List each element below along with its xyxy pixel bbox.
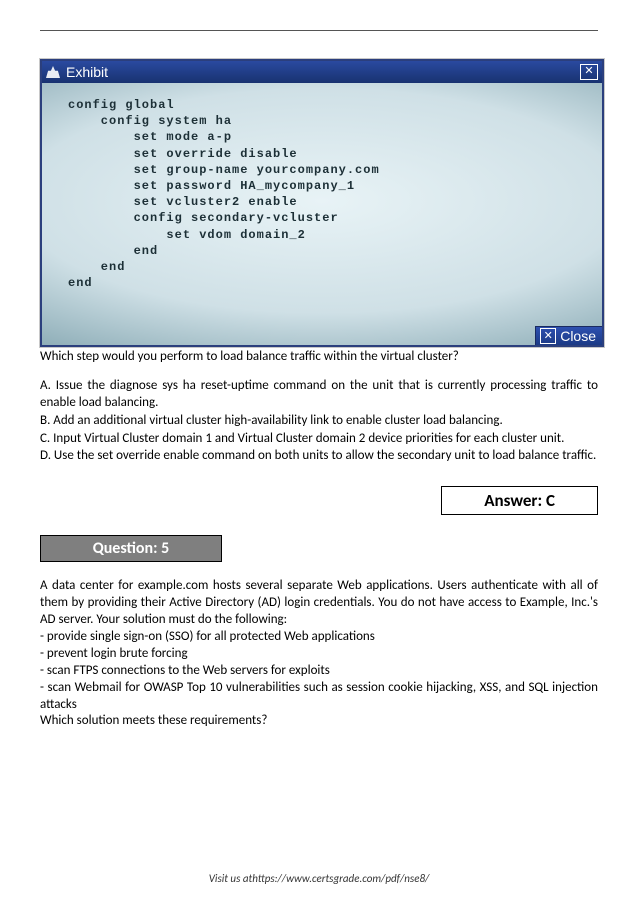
exhibit-title: Exhibit	[66, 64, 108, 80]
q5-bullet-1: - provide single sign-on (SSO) for all p…	[40, 629, 598, 646]
option-b: B. Add an additional virtual cluster hig…	[40, 413, 598, 430]
question-4-text: Which step would you perform to load bal…	[40, 349, 598, 366]
exhibit-window: Exhibit ✕ config global config system ha…	[40, 59, 604, 347]
q5-bullet-3: - scan FTPS connections to the Web serve…	[40, 663, 598, 680]
top-rule	[40, 30, 598, 31]
option-a: A. Issue the diagnose sys ha reset-uptim…	[40, 378, 598, 412]
q5-bullet-4: - scan Webmail for OWASP Top 10 vulnerab…	[40, 680, 598, 714]
close-label: Close	[560, 328, 596, 344]
exhibit-body: config global config system ha set mode …	[42, 83, 602, 345]
question-5-body: A data center for example.com hosts seve…	[40, 578, 598, 730]
page-footer: Visit us athttps://www.certsgrade.com/pd…	[0, 872, 638, 885]
window-close-icon[interactable]: ✕	[580, 64, 598, 80]
question-4-options: A. Issue the diagnose sys ha reset-uptim…	[40, 378, 598, 465]
q5-final: Which solution meets these requirements?	[40, 713, 598, 730]
config-code: config global config system ha set mode …	[68, 97, 582, 291]
close-icon: ✕	[540, 328, 556, 344]
exhibit-icon	[46, 66, 60, 78]
option-d: D. Use the set override enable command o…	[40, 448, 598, 465]
exhibit-titlebar: Exhibit ✕	[42, 61, 602, 83]
q5-bullet-2: - prevent login brute forcing	[40, 646, 598, 663]
option-c: C. Input Virtual Cluster domain 1 and Vi…	[40, 431, 598, 448]
close-button[interactable]: ✕ Close	[535, 326, 602, 345]
question-5-tag: Question: 5	[40, 535, 222, 562]
answer-box: Answer: C	[441, 486, 598, 515]
titlebar-left: Exhibit	[46, 64, 108, 80]
q5-intro: A data center for example.com hosts seve…	[40, 578, 598, 629]
